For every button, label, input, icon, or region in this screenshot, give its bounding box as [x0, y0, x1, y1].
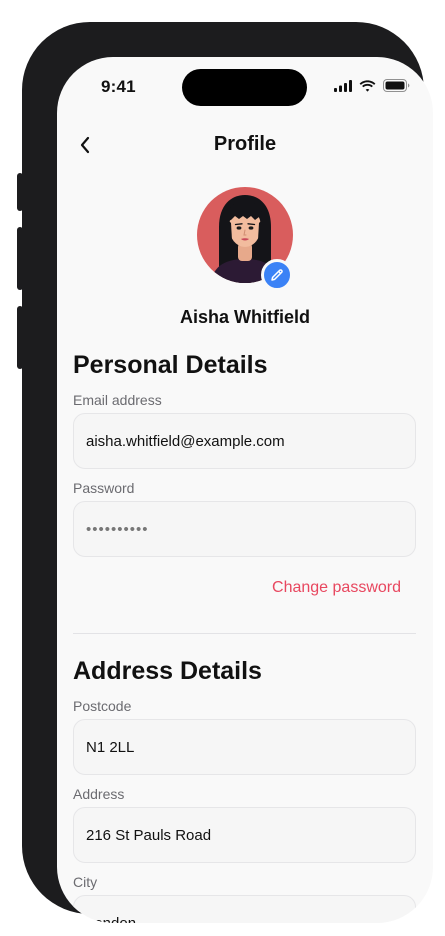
personal-details-heading: Personal Details — [73, 351, 268, 379]
user-name: Aisha Whitfield — [180, 307, 310, 327]
phone-frame: 9:41 Profile Aisha Whitfield Personal De… — [22, 22, 433, 923]
postcode-label: Postcode — [73, 698, 132, 714]
edit-avatar-button[interactable] — [261, 259, 293, 291]
address-details-heading: Address Details — [73, 657, 262, 685]
status-icons — [334, 79, 410, 92]
dynamic-island — [182, 69, 307, 106]
wifi-icon — [359, 79, 376, 92]
status-time: 9:41 — [101, 77, 136, 96]
email-field[interactable]: aisha.whitfield@example.com — [73, 413, 416, 469]
change-password-link[interactable]: Change password — [272, 579, 401, 597]
section-divider — [73, 633, 416, 634]
address-label: Address — [73, 786, 125, 802]
password-field[interactable]: •••••••••• — [73, 501, 416, 557]
city-field[interactable]: London — [73, 895, 416, 923]
pencil-icon — [271, 269, 283, 281]
battery-icon — [383, 79, 410, 92]
screen: 9:41 Profile Aisha Whitfield Personal De… — [57, 57, 433, 923]
postcode-field[interactable]: N1 2LL — [73, 719, 416, 775]
page-title: Profile — [213, 133, 277, 155]
city-label: City — [73, 874, 98, 890]
address-field[interactable]: 216 St Pauls Road — [73, 807, 416, 863]
email-label: Email address — [73, 392, 162, 408]
password-label: Password — [73, 480, 135, 496]
cellular-signal-icon — [334, 79, 352, 92]
